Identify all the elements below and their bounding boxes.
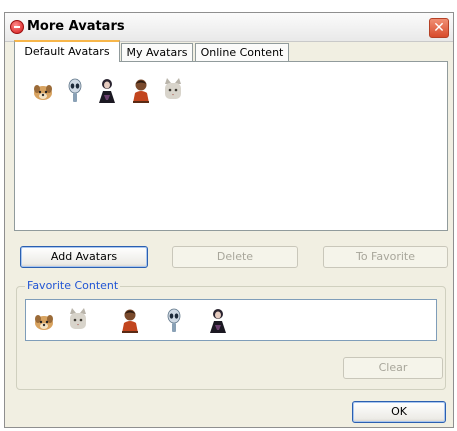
dog-avatar-icon[interactable] — [32, 306, 56, 334]
tab-my-avatars[interactable]: My Avatars — [121, 43, 193, 61]
dark-figure-avatar-icon[interactable] — [206, 306, 230, 334]
title-bar[interactable]: More Avatars ✕ — [5, 13, 453, 42]
tab-online-content[interactable]: Online Content — [195, 43, 289, 61]
close-button[interactable]: ✕ — [429, 18, 449, 38]
default-avatars-panel — [14, 61, 448, 231]
to-favorite-button[interactable]: To Favorite — [323, 246, 448, 268]
cat-avatar-icon[interactable] — [161, 76, 185, 104]
tab-default-avatars-label: Default Avatars — [24, 45, 110, 58]
add-avatars-button[interactable]: Add Avatars — [20, 246, 148, 268]
clear-button[interactable]: Clear — [343, 357, 443, 379]
favorite-content-legend: Favorite Content — [25, 279, 121, 292]
dog-avatar-icon[interactable] — [31, 76, 55, 104]
favorite-content-group: Favorite Content Clear — [16, 279, 446, 390]
window-title: More Avatars — [27, 19, 125, 34]
tab-online-content-label: Online Content — [200, 46, 284, 59]
delete-button[interactable]: Delete — [172, 246, 298, 268]
alien-avatar-icon[interactable] — [162, 306, 186, 334]
app-icon — [10, 20, 24, 34]
man-avatar-icon[interactable] — [129, 76, 153, 104]
tab-default-avatars[interactable]: Default Avatars — [14, 40, 120, 62]
man-avatar-icon[interactable] — [118, 306, 142, 334]
cat-avatar-icon[interactable] — [66, 306, 90, 334]
dark-figure-avatar-icon[interactable] — [95, 76, 119, 104]
ok-button[interactable]: OK — [352, 401, 446, 423]
tab-my-avatars-label: My Avatars — [126, 46, 188, 59]
alien-avatar-icon[interactable] — [63, 76, 87, 104]
favorite-avatars-panel — [25, 299, 437, 341]
close-icon: ✕ — [433, 20, 445, 36]
